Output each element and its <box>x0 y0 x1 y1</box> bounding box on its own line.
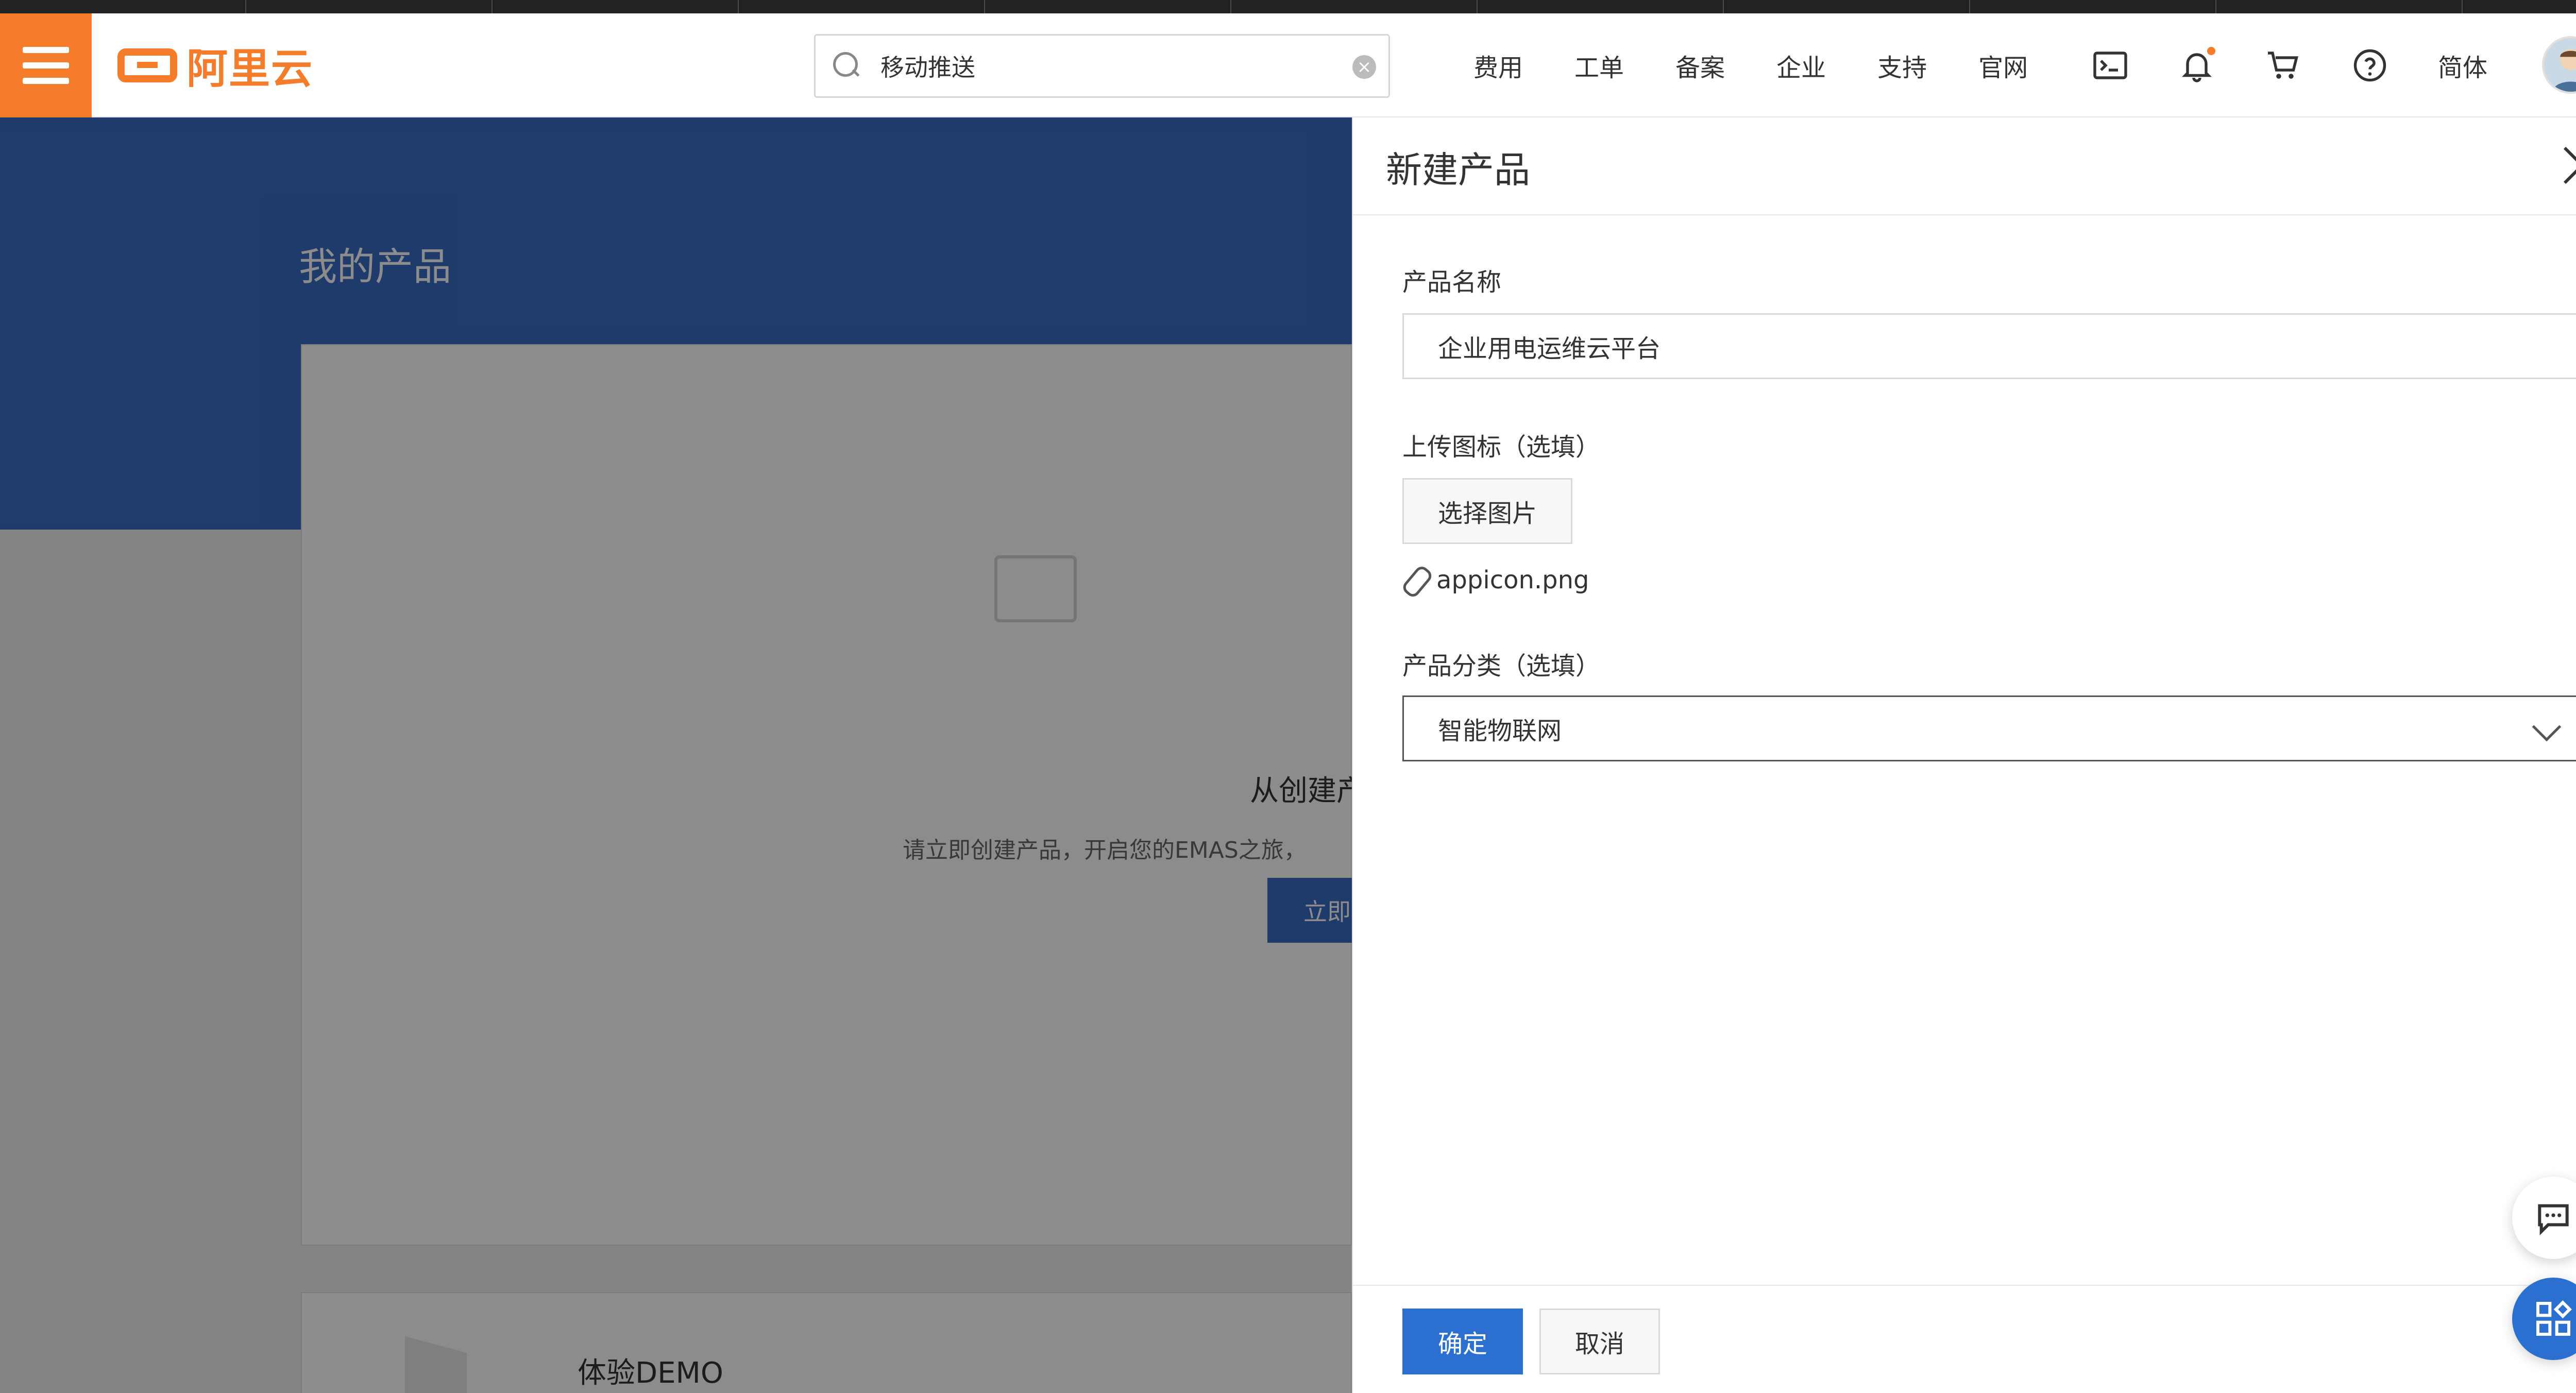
nav-link-tickets[interactable]: 工单 <box>1574 47 1624 83</box>
tab-separator <box>1969 0 1970 13</box>
logo-mark-icon <box>117 48 177 82</box>
notification-dot <box>2207 47 2215 55</box>
category-selected-value: 智能物联网 <box>1438 717 1562 745</box>
search-input[interactable] <box>880 52 1324 80</box>
nav-icons: 简体 <box>2092 13 2487 117</box>
bell-icon[interactable] <box>2178 47 2215 84</box>
nav-link-icp[interactable]: 备案 <box>1675 47 1725 83</box>
upload-icon-label: 上传图标（选填） <box>1402 433 1601 462</box>
logo-text: 阿里云 <box>187 45 313 93</box>
tab-separator <box>2462 0 2463 13</box>
nav-link-enterprise[interactable]: 企业 <box>1776 47 1826 83</box>
confirm-button[interactable]: 确定 <box>1402 1309 1523 1374</box>
language-switch[interactable]: 简体 <box>2438 47 2487 83</box>
uploaded-file: appicon.png <box>1402 566 1589 594</box>
tab-separator <box>1230 0 1231 13</box>
nav-links: 费用 工单 备案 企业 支持 官网 <box>1473 13 2079 117</box>
terminal-icon[interactable] <box>2092 47 2129 84</box>
cancel-button[interactable]: 取消 <box>1539 1309 1660 1374</box>
chevron-down-icon <box>2532 712 2562 742</box>
avatar[interactable] <box>2542 36 2576 94</box>
tab-separator <box>984 0 985 13</box>
nav-link-support[interactable]: 支持 <box>1877 47 1927 83</box>
tab-separator <box>738 0 739 13</box>
modal-overlay[interactable] <box>0 117 1352 1393</box>
nav-link-official-site[interactable]: 官网 <box>1978 47 2028 83</box>
new-product-drawer: 新建产品 产品名称 上传图标（选填） 选择图片 appicon.png 产品分类… <box>1352 117 2576 1393</box>
cart-icon[interactable] <box>2265 47 2302 84</box>
search-bar[interactable]: × <box>814 34 1390 98</box>
drawer-title: 新建产品 <box>1386 149 1530 191</box>
search-icon <box>833 52 861 80</box>
menu-icon[interactable] <box>0 13 92 117</box>
tab-separator <box>1723 0 1724 13</box>
category-label: 产品分类（选填） <box>1402 652 1601 681</box>
help-icon[interactable] <box>2351 47 2388 84</box>
category-select[interactable]: 智能物联网 <box>1402 695 2576 761</box>
product-name-label: 产品名称 <box>1402 268 1502 297</box>
drawer-header: 新建产品 <box>1353 117 2576 215</box>
close-icon[interactable] <box>2561 144 2576 188</box>
file-name: appicon.png <box>1436 566 1589 594</box>
choose-image-button[interactable]: 选择图片 <box>1402 478 1572 544</box>
nav-link-fees[interactable]: 费用 <box>1473 47 1523 83</box>
paperclip-icon <box>1402 566 1427 594</box>
tab-separator <box>1477 0 1478 13</box>
browser-tab-strip <box>0 0 2576 13</box>
aliyun-logo[interactable]: 阿里云 <box>117 13 313 117</box>
top-navbar: 阿里云 × 费用 工单 备案 企业 支持 官网 简体 <box>0 13 2576 117</box>
tab-separator <box>492 0 493 13</box>
product-name-input[interactable] <box>1402 313 2576 379</box>
clear-search-icon[interactable]: × <box>1352 55 1376 79</box>
tab-separator <box>245 0 246 13</box>
tab-separator <box>2215 0 2216 13</box>
drawer-footer: 确定 取消 <box>1353 1285 2576 1393</box>
